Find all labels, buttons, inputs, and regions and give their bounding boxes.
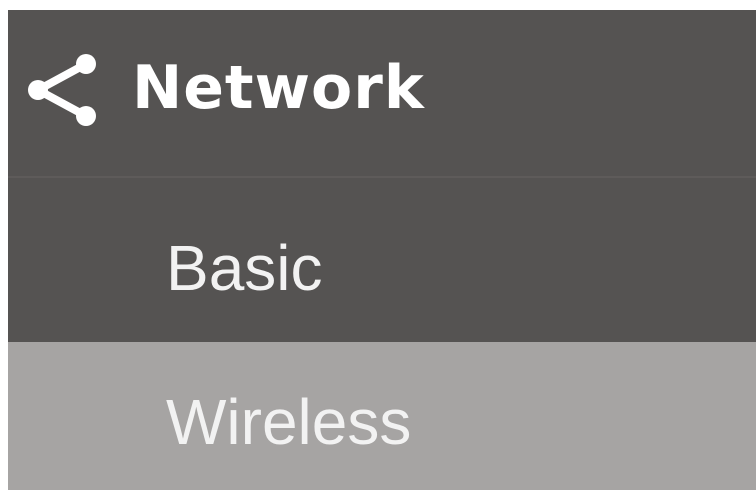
nav-item-basic[interactable]: Basic bbox=[8, 178, 756, 342]
network-section-header[interactable]: Network bbox=[8, 10, 756, 178]
network-nav-panel: Network Basic Wireless bbox=[8, 10, 756, 490]
network-section-title: Network bbox=[132, 53, 425, 123]
nav-item-label: Basic bbox=[166, 232, 323, 304]
nav-item-label: Wireless bbox=[166, 386, 412, 458]
share-icon bbox=[22, 50, 102, 130]
nav-item-wireless[interactable]: Wireless bbox=[8, 342, 756, 490]
